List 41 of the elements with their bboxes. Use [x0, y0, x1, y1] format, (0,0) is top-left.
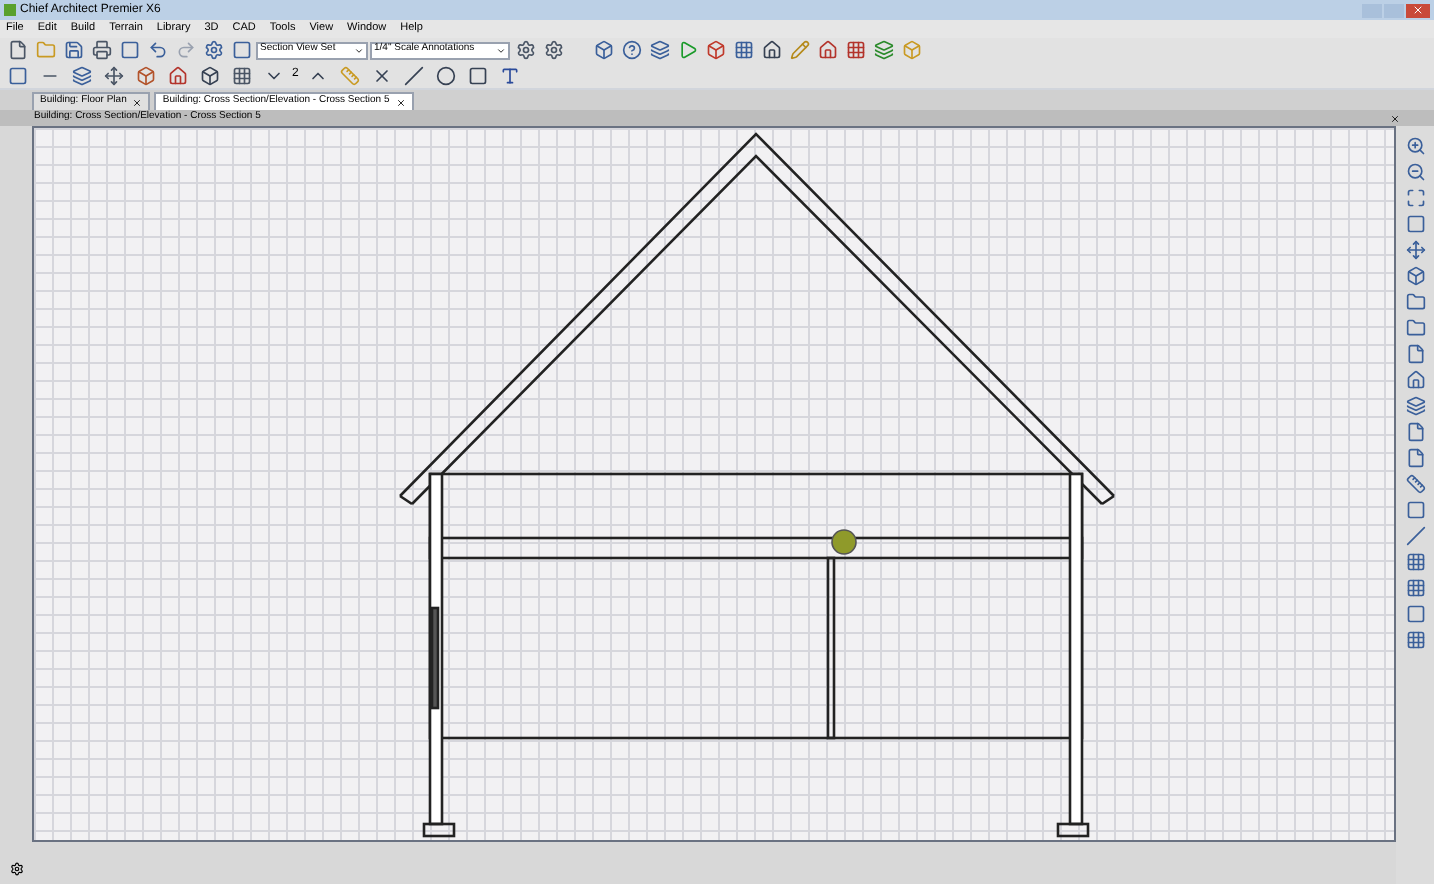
tool-icon[interactable]: [1402, 238, 1428, 262]
tool-icon[interactable]: [1402, 628, 1428, 652]
grid-icon[interactable]: [730, 38, 756, 62]
box-icon[interactable]: [702, 38, 728, 62]
selection-handle[interactable]: [831, 529, 857, 555]
tool-icon[interactable]: [1402, 160, 1428, 184]
app-icon: [4, 4, 16, 16]
layers-icon[interactable]: [646, 38, 672, 62]
tool-icon[interactable]: [1402, 290, 1428, 314]
tool-icon[interactable]: [1402, 602, 1428, 626]
save-icon[interactable]: [60, 38, 86, 62]
print-icon[interactable]: [88, 38, 114, 62]
tool-icon[interactable]: [1402, 316, 1428, 340]
undo-icon[interactable]: [144, 38, 170, 62]
tool-icon[interactable]: [1402, 264, 1428, 288]
house-icon[interactable]: [814, 38, 840, 62]
settings-icon[interactable]: [9, 862, 23, 876]
tool-icon[interactable]: [1402, 498, 1428, 522]
caret-icon: [354, 45, 364, 55]
grid-icon[interactable]: [842, 38, 868, 62]
house-icon[interactable]: [758, 38, 784, 62]
settings-icon[interactable]: [540, 38, 566, 62]
box-icon[interactable]: [590, 38, 616, 62]
tool-icon[interactable]: [1402, 186, 1428, 210]
tool-icon[interactable]: [1402, 576, 1428, 600]
tool-icon[interactable]: [1402, 212, 1428, 236]
tool-icon[interactable]: [1402, 472, 1428, 496]
circle-icon[interactable]: [432, 63, 459, 87]
help-icon[interactable]: [618, 38, 644, 62]
close-icon: [1412, 4, 1424, 16]
tools-icon[interactable]: [200, 38, 226, 62]
tool-icon[interactable]: [1402, 368, 1428, 392]
tool-icon[interactable]: [1402, 134, 1428, 158]
tool-icon[interactable]: [1402, 394, 1428, 418]
caret-icon: [496, 45, 506, 55]
box-icon[interactable]: [464, 63, 491, 87]
close-button[interactable]: [1406, 3, 1430, 17]
settings-icon[interactable]: [512, 38, 538, 62]
line-icon[interactable]: [400, 63, 427, 87]
tool-icon[interactable]: [1402, 524, 1428, 548]
tool-icon[interactable]: [1402, 550, 1428, 574]
